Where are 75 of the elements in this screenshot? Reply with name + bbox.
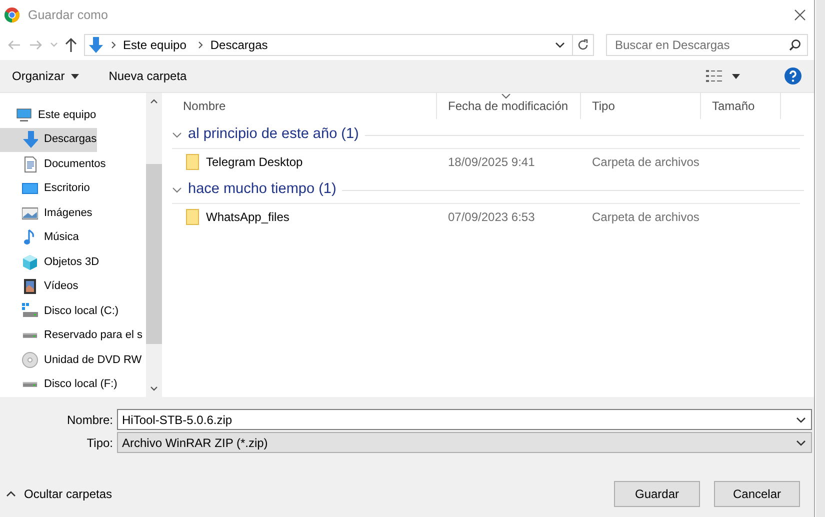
drive-icon bbox=[22, 332, 38, 339]
sidebar-item[interactable]: Vídeos bbox=[0, 274, 78, 298]
toolbar-button[interactable]: Nueva carpeta bbox=[108, 67, 187, 85]
disc-icon bbox=[22, 352, 38, 368]
column-header[interactable]: Nombre bbox=[172, 93, 437, 119]
sidebar-item[interactable]: Disco local (F:) bbox=[0, 372, 118, 396]
details-view-icon bbox=[706, 70, 722, 82]
column-header[interactable]: Tamaño bbox=[701, 93, 781, 119]
sidebar-item[interactable]: Descargas bbox=[0, 128, 97, 152]
caret-icon bbox=[732, 74, 740, 78]
file-name: Telegram Desktop bbox=[206, 154, 303, 170]
scroll-up-icon bbox=[150, 99, 158, 104]
document-icon bbox=[22, 156, 38, 172]
column-header[interactable]: Fecha de modificación bbox=[437, 93, 581, 119]
address-bar[interactable]: Este equipo Descargas bbox=[84, 34, 594, 56]
file-row[interactable]: WhatsApp_files 07/09/2023 6:53 Carpeta de archivos bbox=[172, 203, 800, 229]
file-row[interactable]: Telegram Desktop 18/09/2025 9:41 Carpeta de archivos bbox=[172, 148, 800, 174]
folder-icon bbox=[186, 208, 200, 224]
drive-icon bbox=[22, 381, 38, 388]
desktop-icon bbox=[22, 180, 38, 197]
cube-icon bbox=[22, 254, 38, 270]
hide-folders-button[interactable]: Ocultar carpetas bbox=[6, 485, 112, 503]
search-icon bbox=[789, 39, 801, 51]
save-button[interactable]: Guardar bbox=[614, 481, 700, 507]
type-cell: Carpeta de archivos bbox=[592, 210, 700, 224]
caret-icon bbox=[70, 74, 79, 78]
up-arrow-icon[interactable] bbox=[64, 37, 78, 53]
breadcrumb-chevron-icon bbox=[198, 41, 204, 49]
field-label: Nombre: bbox=[66, 412, 113, 428]
close-icon bbox=[794, 9, 806, 21]
folder-icon bbox=[186, 154, 200, 170]
organize-menu-button[interactable]: Organizar bbox=[12, 67, 79, 85]
sort-caret-icon bbox=[501, 94, 511, 99]
sidebar-item[interactable]: Unidad de DVD RW bbox=[0, 348, 142, 372]
chevron-up-icon bbox=[6, 491, 16, 497]
date-cell-text: 18/09/2025 9:41 bbox=[447, 154, 536, 170]
expand-chevron-icon bbox=[172, 185, 182, 195]
date-cell-text: 07/09/2023 6:53 bbox=[447, 208, 536, 226]
column-header[interactable]: Tipo bbox=[581, 93, 701, 119]
cancel-button[interactable]: Cancelar bbox=[714, 481, 800, 507]
film-icon bbox=[22, 278, 38, 295]
sidebar-item[interactable]: Este equipo bbox=[0, 103, 96, 127]
filename-field[interactable]: HiTool-STB-5.0.6.zip bbox=[117, 409, 812, 430]
sidebar-item[interactable]: Reservado para el s bbox=[0, 324, 142, 348]
group-header[interactable]: al principio de este año (1) bbox=[172, 122, 814, 148]
computer-icon bbox=[16, 106, 32, 124]
refresh-icon[interactable] bbox=[577, 39, 589, 51]
sidebar-item[interactable]: Disco local (C:) bbox=[0, 299, 119, 323]
file-name: WhatsApp_files bbox=[206, 208, 290, 226]
expand-chevron-icon bbox=[172, 130, 182, 140]
download-arrow-icon bbox=[87, 36, 105, 54]
search-field[interactable]: Buscar en Descargas bbox=[606, 34, 808, 56]
sidebar-item[interactable]: Escritorio bbox=[0, 176, 90, 200]
breadcrumb-chevron-icon bbox=[111, 41, 117, 49]
file-type-dropdown[interactable]: Archivo WinRAR ZIP (*.zip) bbox=[117, 432, 812, 453]
scroll-down-icon bbox=[150, 386, 158, 391]
sidebar-item[interactable]: Música bbox=[0, 226, 79, 250]
picture-icon bbox=[22, 204, 38, 222]
sidebar-item[interactable]: Objetos 3D bbox=[0, 250, 100, 274]
drive-icon bbox=[22, 302, 38, 320]
breadcrumb-item[interactable]: Descargas bbox=[210, 36, 268, 54]
view-options-button[interactable] bbox=[706, 70, 740, 82]
chrome-logo-icon bbox=[4, 7, 20, 23]
sidebar-item[interactable]: Documentos bbox=[0, 152, 106, 176]
help-icon[interactable] bbox=[784, 67, 802, 85]
scrollbar[interactable] bbox=[146, 93, 162, 397]
window-title: Guardar como bbox=[28, 6, 108, 24]
sidebar-item[interactable]: Imágenes bbox=[0, 201, 92, 225]
type-cell: Carpeta de archivos bbox=[592, 154, 700, 168]
field-label: Tipo: bbox=[86, 434, 113, 452]
filename-input[interactable]: HiTool-STB-5.0.6.zip bbox=[122, 410, 795, 428]
breadcrumb-item[interactable]: Este equipo bbox=[123, 36, 186, 54]
download-arrow-icon bbox=[22, 131, 38, 148]
group-header[interactable]: hace mucho tiempo (1) bbox=[172, 177, 814, 203]
close-button[interactable] bbox=[794, 9, 806, 21]
